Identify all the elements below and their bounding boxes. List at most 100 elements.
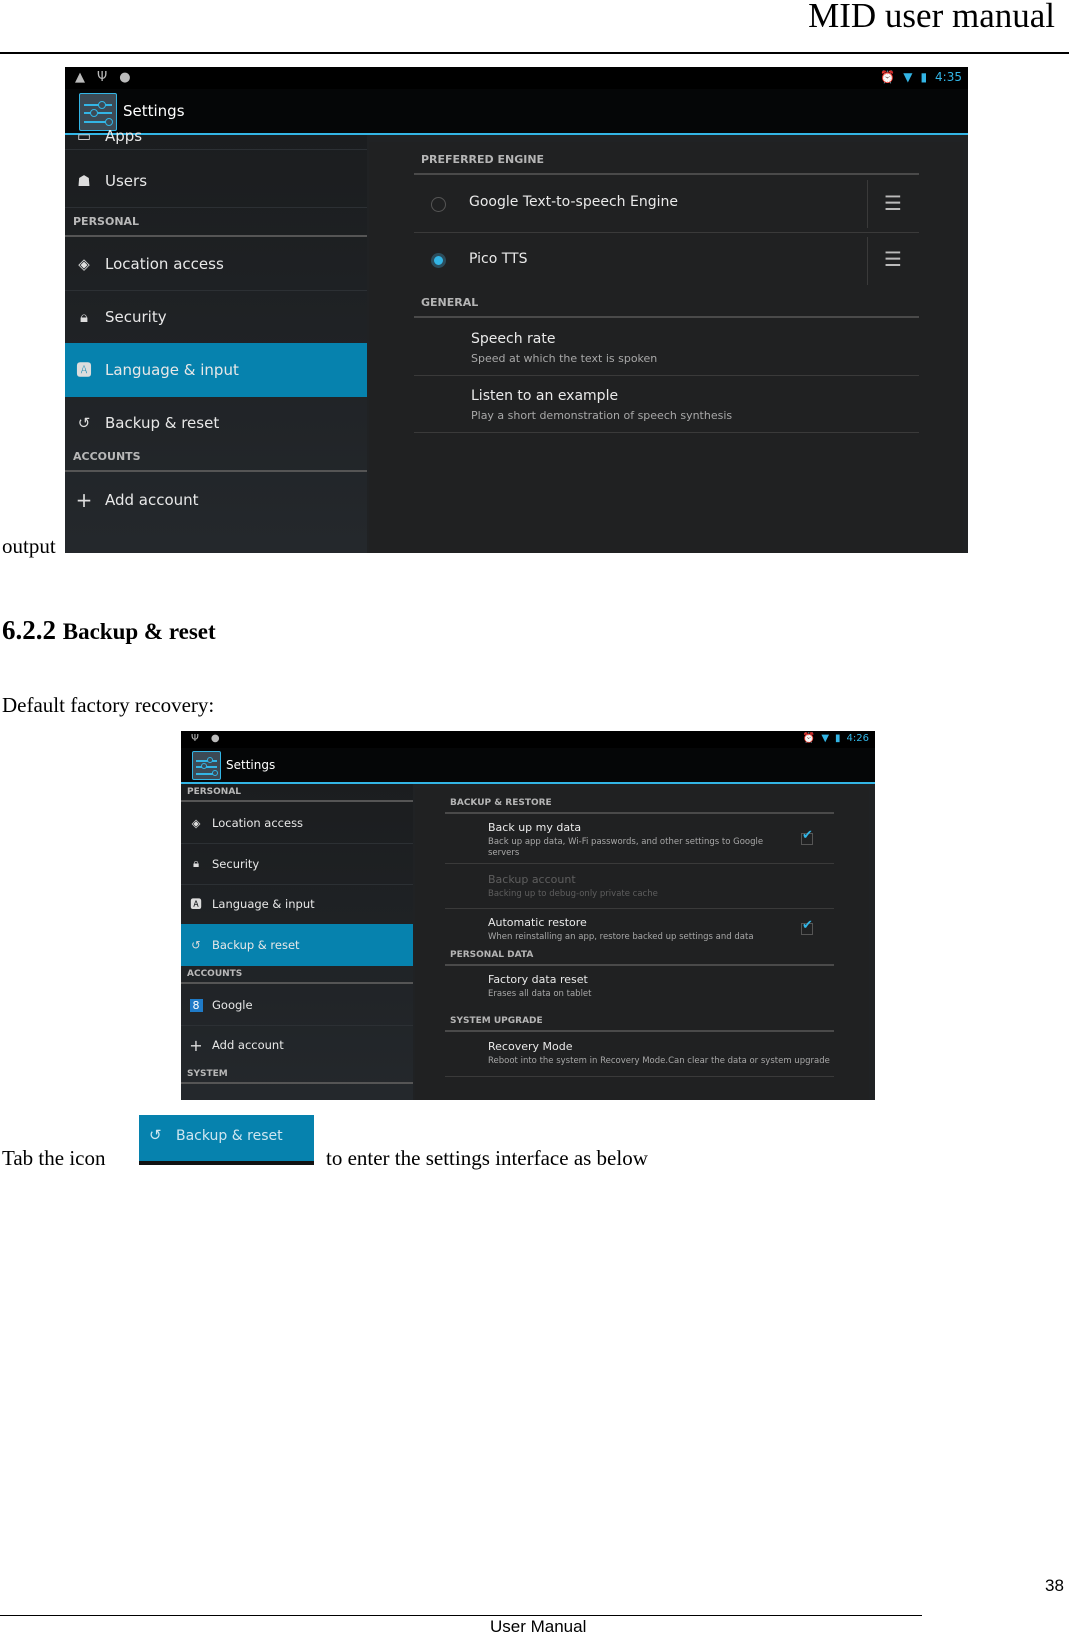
sidebar-item-label: Language & input: [105, 360, 239, 379]
sidebar-item-label: Security: [105, 307, 167, 326]
battery-charging-icon: ▮: [835, 733, 841, 744]
checkbox-checked[interactable]: [801, 918, 813, 935]
sidebar-item-security[interactable]: 🔒︎ Security: [181, 843, 413, 885]
setting-summary: Play a short demonstration of speech syn…: [471, 409, 733, 422]
sidebar-item-add-account[interactable]: + Add account: [65, 472, 367, 528]
settings-detail-pane: PREFERRED ENGINE Google Text-to-speech E…: [369, 142, 963, 553]
section-heading: 6.2.2 Backup & reset: [2, 615, 216, 646]
lock-icon: 🔒︎: [192, 856, 200, 870]
google-icon: 8: [183, 998, 209, 1012]
setting-summary: When reinstalling an app, restore backed…: [488, 932, 754, 942]
sidebar-item-label: Location access: [105, 254, 224, 273]
setting-title: Speech rate: [471, 331, 556, 347]
setting-summary: Back up app data, Wi-Fi passwords, and o…: [488, 837, 764, 858]
backup-icon: ↺: [191, 937, 201, 952]
settings-sidebar: PERSONAL ◈ Location access 🔒︎ Security 🅰…: [181, 784, 413, 1100]
category-general: GENERAL: [414, 296, 919, 318]
sidebar-item-label: Backup & reset: [105, 413, 220, 432]
settings-sidebar: ▭ Apps ☗ Users PERSONAL ◈ Location acces…: [65, 127, 367, 553]
header-rule: [0, 52, 1069, 54]
footer-rule: [0, 1615, 922, 1616]
document-header-title: MID user manual: [808, 0, 1055, 35]
button-label: Backup & reset: [176, 1128, 283, 1144]
sidebar-item-users[interactable]: ☗ Users: [65, 155, 367, 208]
status-time: 4:35: [935, 70, 962, 84]
category-preferred-engine: PREFERRED ENGINE: [414, 153, 919, 175]
screenshot-backup-reset: Ψ ● ⏰ ▼ ▮ 4:26 Settings PERSONAL ◈ Locat…: [181, 731, 875, 1100]
engine-item-google-tts[interactable]: Google Text-to-speech Engine ☰: [414, 175, 919, 233]
sidebar-item-label: Google: [212, 997, 253, 1012]
setting-summary: Speed at which the text is spoken: [471, 352, 658, 365]
setting-back-up-my-data[interactable]: Back up my data Back up app data, Wi-Fi …: [445, 814, 834, 864]
setting-title: Automatic restore: [488, 916, 587, 929]
engine-label: Pico TTS: [469, 251, 528, 267]
category-accounts: ACCOUNTS: [181, 965, 413, 984]
intro-text: Default factory recovery:: [2, 693, 215, 717]
screenshot-tts-settings: ▲ Ψ ● ⏰ ▼ ▮ 4:35 Settings ▭ Apps ☗ Users…: [65, 67, 968, 553]
plus-icon: +: [189, 1035, 203, 1055]
sidebar-item-apps[interactable]: ▭ Apps: [65, 123, 367, 150]
sidebar-item-language-input[interactable]: 🅰︎ Language & input: [65, 343, 367, 397]
sidebar-item-label: Location access: [212, 815, 304, 830]
alarm-icon: ⏰: [802, 733, 816, 744]
setting-title: Recovery Mode: [488, 1040, 573, 1053]
sidebar-item-backup-reset[interactable]: ↺ Backup & reset: [65, 396, 367, 449]
page-number: 38: [1045, 1576, 1064, 1595]
language-icon: 🅰︎: [76, 361, 92, 379]
sidebar-item-location-access[interactable]: ◈ Location access: [65, 237, 367, 291]
sidebar-item-label: Language & input: [212, 897, 315, 911]
language-icon: 🅰︎: [190, 897, 202, 911]
android-debug-icon: ●: [210, 733, 220, 744]
radio-button-selected[interactable]: [431, 253, 446, 268]
category-personal: PERSONAL: [65, 215, 367, 237]
action-bar: Settings: [181, 748, 875, 784]
engine-item-pico-tts[interactable]: Pico TTS ☰: [414, 233, 919, 291]
wifi-icon: ▼: [821, 733, 830, 744]
backup-icon: ↺: [149, 1126, 162, 1144]
sidebar-item-backup-reset[interactable]: ↺ Backup & reset: [181, 924, 413, 966]
apps-icon: ▭: [76, 127, 92, 145]
sidebar-item-language-input[interactable]: 🅰︎ Language & input: [181, 884, 413, 925]
footer-label: User Manual: [490, 1617, 587, 1636]
sidebar-item-label: Security: [212, 856, 260, 871]
setting-listen-example[interactable]: Listen to an example Play a short demons…: [414, 376, 919, 433]
setting-recovery-mode[interactable]: Recovery Mode Reboot into the system in …: [445, 1032, 834, 1077]
android-debug-icon: ●: [119, 70, 131, 85]
alarm-icon: ⏰: [880, 70, 896, 84]
setting-automatic-restore[interactable]: Automatic restore When reinstalling an a…: [445, 909, 834, 950]
category-accounts: ACCOUNTS: [65, 450, 367, 472]
category-personal: PERSONAL: [181, 784, 413, 802]
sidebar-item-label: Apps: [105, 127, 143, 145]
sidebar-item-google[interactable]: 8 Google: [181, 984, 413, 1026]
action-bar-title: Settings: [123, 102, 185, 120]
category-backup-restore: BACKUP & RESTORE: [445, 794, 834, 814]
checkbox-checked[interactable]: [801, 828, 813, 845]
usb-icon: Ψ: [97, 70, 108, 85]
setting-title: Listen to an example: [471, 388, 619, 404]
category-system-upgrade: SYSTEM UPGRADE: [445, 1012, 834, 1032]
section-title: Backup & reset: [62, 619, 216, 644]
backup-reset-button-image[interactable]: ↺ Backup & reset: [139, 1115, 314, 1165]
setting-title: Back up my data: [488, 821, 582, 834]
setting-title: Backup account: [488, 873, 576, 886]
settings-app-icon[interactable]: [192, 751, 221, 780]
setting-summary: Erases all data on tablet: [488, 989, 592, 999]
section-number: 6.2.2: [2, 615, 56, 645]
sidebar-item-security[interactable]: 🔒︎ Security: [65, 290, 367, 344]
plus-icon: +: [75, 488, 93, 512]
engine-settings-icon[interactable]: ☰: [884, 247, 902, 271]
radio-button[interactable]: [431, 197, 446, 212]
wifi-icon: ▼: [903, 70, 913, 84]
usb-icon: Ψ: [191, 733, 199, 744]
warning-icon: ▲: [75, 70, 85, 85]
engine-label: Google Text-to-speech Engine: [469, 194, 678, 210]
engine-settings-icon[interactable]: ☰: [884, 191, 902, 215]
category-system: SYSTEM: [181, 1065, 413, 1084]
setting-factory-data-reset[interactable]: Factory data reset Erases all data on ta…: [445, 966, 834, 1011]
sidebar-item-label: Users: [105, 172, 148, 190]
sidebar-item-add-account[interactable]: + Add account: [181, 1025, 413, 1065]
setting-speech-rate[interactable]: Speech rate Speed at which the text is s…: [414, 318, 919, 376]
divider: [867, 180, 868, 228]
sidebar-item-location-access[interactable]: ◈ Location access: [181, 802, 413, 844]
action-bar-title: Settings: [226, 758, 276, 772]
